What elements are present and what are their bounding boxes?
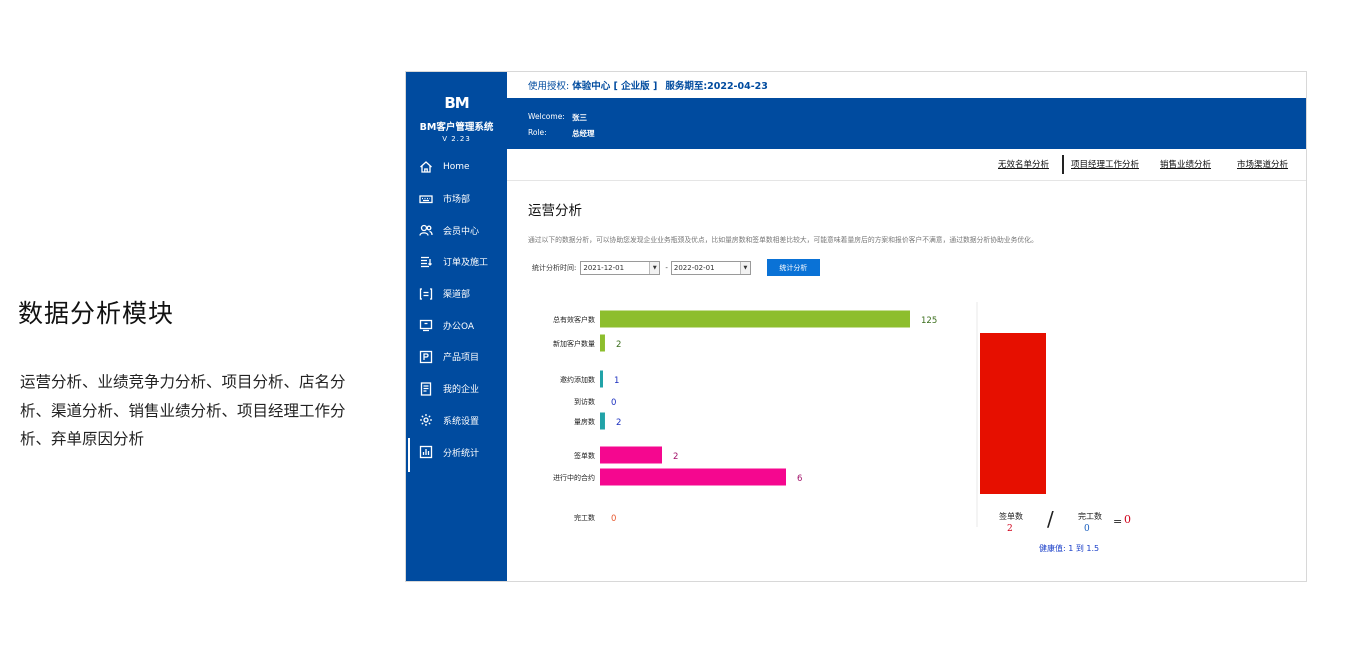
bar [600, 446, 662, 464]
bar [600, 310, 910, 328]
gear-icon [419, 413, 433, 427]
value-label: 125 [921, 316, 937, 326]
value-label: 2 [673, 452, 678, 462]
sidebar: BM BM客户管理系统 V 2.23 Home 市场部 会员中心 订单及施工 渠… [406, 72, 507, 581]
sidebar-item-label: 办公OA [443, 321, 475, 332]
home-icon [419, 160, 433, 174]
sidebar-item-channel[interactable]: 渠道部 [406, 278, 507, 310]
sidebar-item-member[interactable]: 会员中心 [406, 214, 507, 246]
sidebar-item-home[interactable]: Home [406, 151, 507, 183]
category-label: 总有效客户数 [553, 315, 595, 324]
sidebar-item-label: 我的企业 [443, 385, 480, 396]
value-label: 6 [797, 474, 802, 484]
sidebar-item-label: 市场部 [443, 195, 471, 206]
welcome-label: Welcome: [528, 112, 565, 121]
sidebar-item-label: 渠道部 [443, 290, 471, 301]
sidebar-item-label: 会员中心 [443, 226, 480, 237]
tab-separator [1062, 155, 1064, 174]
completed-value: 0 [1084, 524, 1090, 534]
users-icon [419, 223, 433, 237]
operations-chart: 总有效客户数 125 新加客户数量 2 邀约添加数 1 到访数 0 量房数 2 签单数 2 进行中的合约… [553, 302, 1046, 527]
sidebar-item-label: Home [443, 161, 470, 172]
ratio-bar-chart [980, 333, 1046, 494]
sidebar-item-products[interactable]: 产品项目 [406, 341, 507, 373]
value-label: 1 [614, 376, 619, 386]
sidebar-item-oa[interactable]: 办公OA [406, 309, 507, 341]
value-label: 2 [616, 340, 621, 350]
signed-value: 2 [1007, 524, 1013, 534]
main-content: 运营分析 通过以下的数据分析，可以协助您发现企业业务瓶颈及优点，比如量房数和签单… [507, 182, 1306, 581]
sidebar-item-company[interactable]: 我的企业 [406, 373, 507, 405]
category-label: 到访数 [574, 397, 595, 406]
category-label: 邀约添加数 [560, 375, 595, 384]
tab-invalid-list[interactable]: 无效名单分析 [998, 158, 1049, 170]
role-label: Role: [528, 128, 547, 137]
bar-chart-icon [419, 445, 433, 459]
ratio-bar [980, 333, 1046, 494]
sidebar-item-analytics[interactable]: 分析统计 [406, 436, 507, 472]
brand-logo: BM [444, 94, 469, 112]
sidebar-item-label: 产品项目 [443, 353, 480, 364]
system-version: V 2.23 [442, 135, 471, 143]
equals-sign: = [1113, 515, 1123, 528]
value-label: 0 [611, 398, 616, 408]
sidebar-item-label: 分析统计 [443, 448, 480, 459]
tab-pm-work[interactable]: 项目经理工作分析 [1071, 158, 1139, 170]
sidebar-nav: Home 市场部 会员中心 订单及施工 渠道部 办公OA 产品项目 我的企业 系… [406, 151, 507, 472]
role-value: 总经理 [572, 129, 595, 138]
sidebar-item-settings[interactable]: 系统设置 [406, 405, 507, 437]
health-range: 健康值: 1 到 1.5 [1039, 544, 1100, 553]
bracket-list-icon [419, 287, 433, 301]
sidebar-item-market[interactable]: 市场部 [406, 183, 507, 215]
bar [600, 412, 605, 430]
sidebar-item-orders[interactable]: 订单及施工 [406, 246, 507, 278]
license-value: 体验中心 [ 企业版 ] [572, 81, 658, 92]
user-info-bar: Welcome: 张三 Role: 总经理 [507, 98, 1306, 149]
bar [600, 370, 603, 388]
app-window: BM BM客户管理系统 V 2.23 Home 市场部 会员中心 订单及施工 渠… [405, 71, 1307, 582]
category-label: 新加客户数量 [553, 339, 595, 348]
keyboard-icon [419, 192, 433, 206]
service-expire: 服务期至:2022-04-23 [665, 81, 768, 92]
value-label: 2 [616, 418, 621, 428]
document-icon [419, 382, 433, 396]
analysis-tabs: 无效名单分析 项目经理工作分析 销售业绩分析 市场渠道分析 [507, 149, 1306, 181]
bar [600, 334, 605, 352]
system-name: BM客户管理系统 [419, 122, 494, 133]
category-label: 完工数 [574, 513, 595, 522]
bar [600, 468, 786, 486]
signed-label: 签单数 [999, 512, 1023, 521]
module-description: 运营分析、业绩竞争力分析、项目分析、店名分析、渠道分析、销售业绩分析、项目经理工… [20, 373, 346, 448]
order-list-icon [419, 255, 433, 269]
monitor-icon [419, 318, 433, 332]
welcome-user: 张三 [572, 113, 587, 122]
horizontal-bar-chart: 总有效客户数 125 新加客户数量 2 邀约添加数 1 到访数 0 量房数 2 签单数 2 进行中的合约… [553, 310, 937, 524]
module-title: 数据分析模块 [18, 299, 175, 328]
license-label: 使用授权: [528, 81, 570, 92]
product-icon [419, 350, 433, 364]
completed-label: 完工数 [1078, 512, 1102, 521]
tab-sales[interactable]: 销售业绩分析 [1160, 158, 1211, 170]
ratio-result: 0 [1124, 513, 1131, 526]
category-label: 签单数 [574, 451, 595, 460]
ratio-slash-text: / [1047, 507, 1054, 531]
category-label: 量房数 [574, 417, 595, 426]
sidebar-item-label: 系统设置 [443, 416, 480, 427]
license-bar: 使用授权: 体验中心 [ 企业版 ] 服务期至:2022-04-23 [507, 72, 1306, 98]
sidebar-item-label: 订单及施工 [443, 258, 489, 269]
value-label: 0 [611, 514, 616, 524]
category-label: 进行中的合约 [553, 473, 595, 482]
tab-market-channel[interactable]: 市场渠道分析 [1237, 158, 1288, 170]
